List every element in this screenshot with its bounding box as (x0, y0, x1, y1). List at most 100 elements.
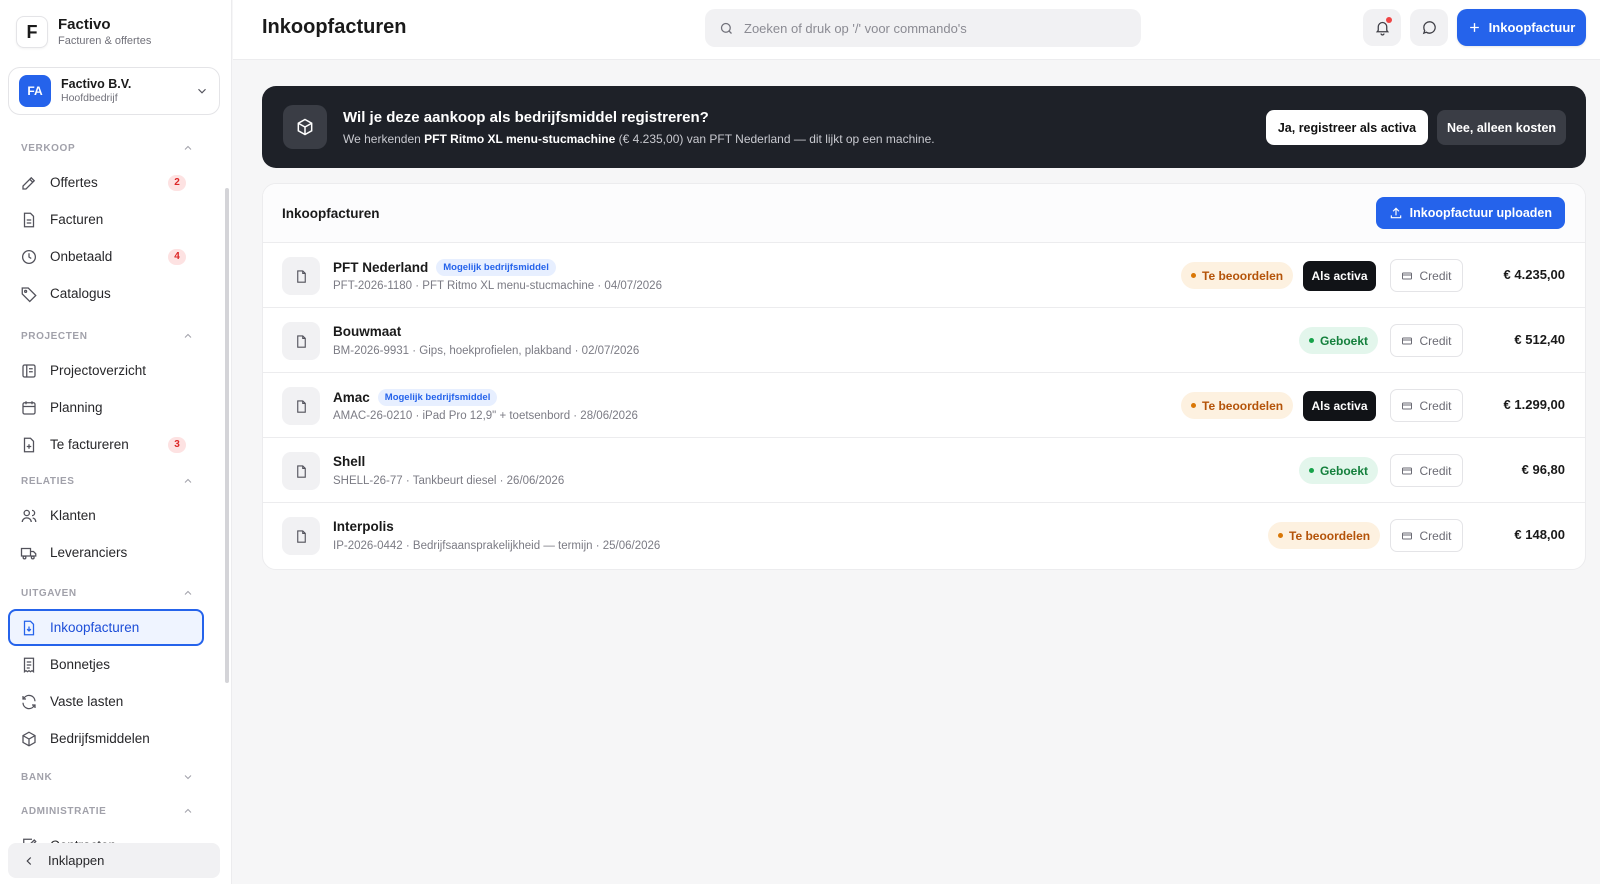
chevron-down-icon (195, 84, 209, 98)
invoice-row[interactable]: Shell SHELL-26-77 · Tankbeurt diesel · 2… (263, 438, 1585, 503)
as-asset-button[interactable]: Als activa (1303, 391, 1376, 421)
sidebar-item-offertes[interactable]: Offertes 2 (0, 164, 216, 201)
supplier-name: Shell (333, 454, 366, 469)
section-projecten[interactable]: PROJECTEN (0, 320, 224, 352)
section-relaties[interactable]: RELATIES (0, 465, 224, 497)
brand-logo-letter: F (26, 21, 38, 42)
sidebar-item-label: Catalogus (50, 286, 111, 301)
sidebar-item-facturen[interactable]: Facturen (0, 201, 216, 238)
brand-name: Factivo (58, 16, 111, 33)
register-as-asset-button[interactable]: Ja, registreer als activa (1266, 110, 1428, 145)
section-bank[interactable]: BANK (0, 761, 224, 793)
banner-text: We herkenden PFT Ritmo XL menu-stucmachi… (343, 132, 935, 146)
chevron-down-icon (184, 775, 192, 780)
page-title: Inkoopfacturen (262, 16, 407, 38)
sidebar-item-bonnetjes[interactable]: Bonnetjes (0, 646, 216, 683)
section-label: ADMINISTRATIE (21, 805, 107, 817)
chevron-up-icon (184, 478, 192, 483)
button-label: Inkoopfactuur uploaden (1409, 206, 1552, 220)
invoice-details: IP-2026-0442 · Bedrijfsaansprakelijkheid… (333, 540, 661, 552)
sidebar-item-catalogus[interactable]: Catalogus (0, 275, 216, 312)
status-badge: Te beoordelen (1181, 392, 1294, 419)
company-subtitle: Hoofdbedrijf (61, 92, 118, 104)
users-icon (21, 509, 37, 522)
company-switcher[interactable]: FA Factivo B.V. Hoofdbedrijf (8, 67, 220, 115)
sidebar-item-leveranciers[interactable]: Leveranciers (0, 534, 216, 571)
sidebar-item-vaste-lasten[interactable]: Vaste lasten (0, 683, 216, 720)
credit-button[interactable]: Credit (1390, 324, 1463, 357)
banner-text-suffix: (€ 4.235,00) van PFT Nederland — dit lij… (615, 132, 935, 146)
status-dot (1309, 338, 1314, 343)
invoice-supplier: Bouwmaat (333, 324, 401, 339)
status-dot (1309, 468, 1314, 473)
sidebar-item-label: Planning (50, 400, 103, 415)
costs-only-button[interactable]: Nee, alleen kosten (1437, 110, 1566, 145)
section-administratie[interactable]: ADMINISTRATIE (0, 795, 224, 827)
document-icon (23, 212, 35, 227)
button-label: Credit (1419, 398, 1452, 413)
possible-asset-tag: Mogelijk bedrijfsmiddel (436, 259, 556, 276)
status-dot (1191, 273, 1196, 278)
chevron-up-icon (184, 590, 192, 595)
supplier-name: Interpolis (333, 519, 394, 534)
invoice-supplier: Shell (333, 454, 365, 469)
section-uitgaven[interactable]: UITGAVEN (0, 577, 224, 609)
invoice-row[interactable]: PFT Nederland Mogelijk bedrijfsmiddel PFT… (263, 243, 1585, 308)
status-badge: Geboekt (1299, 327, 1379, 354)
search-input[interactable] (744, 20, 1104, 36)
sidebar-item-klanten[interactable]: Klanten (0, 497, 216, 534)
invoice-row[interactable]: Bouwmaat BM-2026-9931 · Gips, hoekprofie… (263, 308, 1585, 373)
status-badge: Te beoordelen (1268, 522, 1381, 549)
collapse-label: Inklappen (48, 853, 105, 868)
sidebar-item-label: Leveranciers (50, 545, 128, 560)
invoice-details: SHELL-26-77 · Tankbeurt diesel · 26/06/2… (333, 475, 565, 487)
sidebar-item-planning[interactable]: Planning (0, 389, 216, 426)
section-label: VERKOOP (21, 142, 76, 154)
upload-invoice-button[interactable]: Inkoopfactuur uploaden (1375, 197, 1565, 229)
button-label: Credit (1419, 528, 1452, 543)
sidebar-scrollbar[interactable] (225, 188, 229, 683)
sidebar-item-label: Offertes (50, 175, 98, 190)
document-icon (282, 322, 320, 360)
invoice-row[interactable]: Interpolis IP-2026-0442 · Bedrijfsaanspr… (263, 503, 1585, 568)
supplier-name: Amac (333, 390, 370, 405)
sidebar-nav: VERKOOP Offertes 2 Facturen Onbetaald 4 … (0, 132, 224, 864)
messages-button[interactable] (1410, 9, 1448, 46)
credit-card-icon (1402, 272, 1413, 279)
section-label: BANK (21, 771, 53, 783)
credit-card-icon (1402, 337, 1413, 344)
sidebar-item-onbetaald[interactable]: Onbetaald 4 (0, 238, 216, 275)
section-label: RELATIES (21, 475, 75, 487)
sidebar-item-projectoverzicht[interactable]: Projectoverzicht (0, 352, 216, 389)
sidebar-item-inkoopfacturen[interactable]: Inkoopfacturen (8, 609, 204, 646)
invoice-amount: € 512,40 (1514, 332, 1565, 347)
button-label: Credit (1419, 333, 1452, 348)
invoice-amount: € 4.235,00 (1503, 267, 1565, 282)
upload-icon (1390, 207, 1401, 219)
collapse-sidebar-button[interactable]: Inklappen (8, 843, 220, 878)
sidebar-item-te-factureren[interactable]: Te factureren 3 (0, 426, 216, 463)
status-badge: Te beoordelen (1181, 262, 1294, 289)
status-badge: Geboekt (1299, 457, 1379, 484)
section-verkoop[interactable]: VERKOOP (0, 132, 224, 164)
invoice-amount: € 148,00 (1514, 527, 1565, 542)
credit-button[interactable]: Credit (1390, 259, 1463, 292)
as-asset-button[interactable]: Als activa (1303, 261, 1376, 291)
sidebar-item-bedrijfsmiddelen[interactable]: Bedrijfsmiddelen (0, 720, 216, 757)
count-badge: 3 (168, 436, 186, 453)
credit-button[interactable]: Credit (1390, 454, 1463, 487)
sidebar-item-label: Klanten (50, 508, 96, 523)
credit-button[interactable]: Credit (1390, 389, 1463, 422)
notifications-button[interactable] (1363, 9, 1401, 46)
new-purchase-invoice-button[interactable]: Inkoopfactuur (1457, 9, 1586, 46)
status-label: Te beoordelen (1202, 398, 1284, 413)
search-bar[interactable] (705, 9, 1141, 47)
invoice-supplier: PFT Nederland Mogelijk bedrijfsmiddel (333, 259, 556, 276)
file-download-icon (23, 620, 35, 635)
credit-button[interactable]: Credit (1390, 519, 1463, 552)
invoice-row[interactable]: Amac Mogelijk bedrijfsmiddel AMAC-26-0210… (263, 373, 1585, 438)
tag-icon (21, 286, 37, 302)
brand-logo: F (16, 16, 48, 48)
section-label: UITGAVEN (21, 587, 77, 599)
company-name: Factivo B.V. (61, 77, 132, 91)
